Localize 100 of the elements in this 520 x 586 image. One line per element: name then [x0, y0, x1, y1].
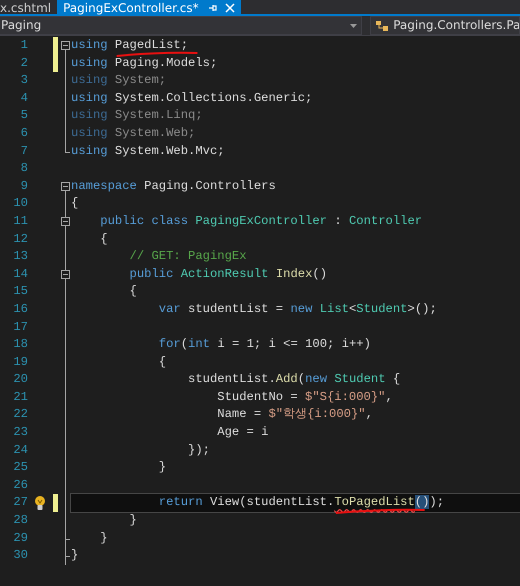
code-token: using: [71, 90, 109, 105]
code-token: System.Web;: [114, 126, 196, 140]
code-token: View(studentList.: [210, 495, 334, 510]
code-token: new: [305, 372, 328, 386]
code-token: {: [71, 196, 78, 210]
code-token: (: [180, 337, 188, 352]
code-token: System;: [114, 73, 166, 88]
code-token: Add: [276, 372, 298, 386]
code-token: using: [71, 56, 109, 70]
code-token: PagingExController: [195, 214, 327, 228]
line-number: 11: [12, 212, 29, 230]
code-token: using: [71, 108, 109, 122]
code-token: Controller: [348, 214, 422, 228]
line-number: 10: [12, 195, 29, 212]
pin-icon[interactable]: [206, 3, 217, 13]
code-token: StudentNo =: [217, 390, 299, 404]
line-number: 14: [12, 266, 29, 283]
code-token: (: [298, 372, 306, 386]
code-token: int: [188, 337, 211, 352]
collapse-icon[interactable]: [61, 216, 70, 226]
project-dropdown[interactable]: Paging: [0, 16, 362, 35]
collapse-icon[interactable]: [61, 270, 70, 279]
line-number: 20: [12, 371, 29, 388]
code-token: using: [71, 144, 109, 158]
code-token: ,: [366, 407, 373, 422]
line-number: 4: [20, 90, 29, 107]
line-number: 15: [12, 283, 29, 300]
line-number: 9: [20, 178, 29, 195]
class-icon: [375, 20, 390, 32]
code-token: Paging.Controllers: [144, 178, 276, 193]
code-token: {: [392, 372, 400, 386]
line-number: 30: [12, 547, 29, 564]
code-token: $"S{i:000}": [305, 390, 386, 404]
line-number: 24: [12, 442, 29, 459]
code-token: );: [429, 495, 444, 510]
code-token: (): [414, 495, 430, 510]
line-number: 8: [20, 160, 29, 178]
code-token: i = 1; i <= 100; i++): [217, 337, 371, 352]
close-icon[interactable]: [224, 3, 235, 13]
code-token: using: [71, 38, 109, 52]
code-token: var: [158, 302, 182, 316]
code-token: (): [312, 266, 328, 281]
caret-icon: [350, 24, 358, 28]
collapse-icon[interactable]: [61, 41, 70, 50]
code-token: Student: [334, 372, 386, 386]
code-token: studentList.: [188, 372, 276, 386]
line-number: 6: [20, 124, 29, 142]
line-number: 23: [12, 424, 29, 442]
code-token: }: [130, 513, 137, 528]
line-number: 3: [20, 72, 29, 90]
lightbulb-icon[interactable]: [34, 495, 46, 512]
code-token: System.Collections.Generic;: [114, 90, 312, 105]
code-token: });: [188, 442, 210, 457]
line-number: 19: [12, 354, 29, 371]
code-token: System.Linq;: [114, 108, 203, 122]
line-number: 17: [12, 318, 29, 336]
collapse-icon[interactable]: [61, 182, 70, 191]
line-number: 26: [12, 476, 29, 494]
line-number: 27: [12, 494, 29, 512]
line-number: 29: [12, 530, 29, 547]
code-token: using: [71, 126, 109, 140]
code-token: new: [290, 302, 314, 316]
line-number: 16: [12, 300, 29, 318]
code-token: :: [334, 214, 343, 228]
line-number: 12: [12, 230, 29, 248]
code-token: System.Web.Mvc;: [114, 144, 225, 158]
line-number: 21: [12, 388, 29, 406]
code-token: Age = i: [217, 425, 268, 440]
editor-tab[interactable]: x.cshtml: [0, 0, 58, 16]
code-token: {: [158, 354, 166, 369]
line-number: 22: [12, 406, 29, 424]
member-dropdown[interactable]: Paging.Controllers.Pa: [370, 16, 520, 35]
code-token: List: [320, 302, 349, 316]
code-token: // GET: PagingEx: [130, 249, 247, 264]
code-token: }: [158, 460, 166, 474]
line-number: 2: [20, 54, 29, 72]
code-token: <: [348, 302, 356, 316]
editor-tab[interactable]: PagingExController.cs*: [57, 0, 241, 16]
line-number: 13: [12, 248, 29, 266]
code-token: namespace: [71, 178, 138, 193]
line-number: 25: [12, 459, 29, 476]
code-token: $"학생{i:000}": [268, 407, 366, 422]
code-token: ,: [386, 390, 393, 404]
code-token: PagedList;: [114, 38, 188, 52]
code-token: }: [71, 548, 78, 562]
code-token: >();: [408, 302, 437, 316]
line-number: 1: [20, 37, 29, 54]
code-token: ToPagedList: [334, 495, 415, 510]
code-token: {: [100, 232, 108, 246]
code-token: for: [158, 337, 181, 352]
code-token: ActionResult: [180, 266, 268, 281]
code-token: studentList =: [188, 302, 284, 316]
code-token: }: [100, 530, 108, 545]
code-token: Index: [276, 266, 312, 281]
line-number: 5: [20, 107, 29, 124]
code-token: public: [130, 266, 174, 281]
line-number: 28: [12, 512, 29, 530]
code-token: {: [130, 284, 137, 298]
line-number: 18: [12, 336, 29, 354]
code-token: Student: [356, 302, 408, 316]
